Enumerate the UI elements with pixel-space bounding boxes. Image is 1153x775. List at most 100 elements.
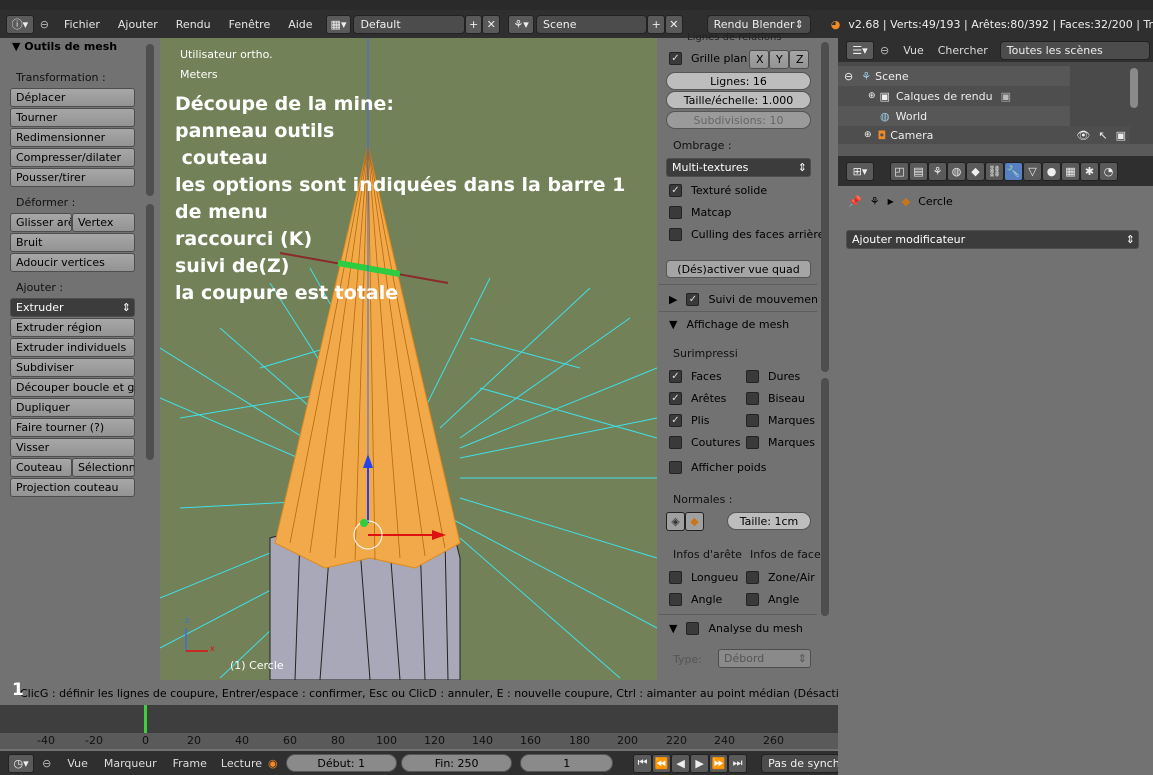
collapse-icon[interactable]: ⊖ [42, 757, 51, 770]
scene-remove-icon[interactable]: ✕ [665, 14, 683, 34]
textured-solid-toggle[interactable]: ✓ Texturé solide [669, 180, 767, 200]
world-tab-icon[interactable]: ◍ [947, 161, 966, 181]
edge-angle-toggle[interactable]: Angle [669, 589, 722, 609]
duplicate-button[interactable]: Dupliquer [10, 398, 135, 417]
knife-button[interactable]: Couteau [10, 458, 72, 477]
face-normals-icon[interactable]: ◆ [685, 512, 704, 531]
visibility-eye-icon[interactable]: 👁 [1076, 129, 1090, 142]
menu-marker[interactable]: Marqueur [96, 757, 165, 770]
menu-playback[interactable]: Lecture [215, 757, 268, 770]
grid-subdivisions-field[interactable]: Subdivisions: 10 [666, 111, 811, 129]
knife-select-button[interactable]: Sélectionn [72, 458, 135, 477]
shrink-fatten-button[interactable]: Compresser/dilater [10, 148, 135, 167]
menu-render[interactable]: Rendu [167, 18, 220, 31]
timeline-editor-icon[interactable]: ◷▾ [8, 753, 35, 773]
overlay-marks2-toggle[interactable]: Marques [746, 432, 815, 452]
tool-shelf-scrollbar-lower[interactable] [146, 204, 154, 460]
data-tab-icon[interactable]: ▽ [1023, 161, 1042, 181]
translate-button[interactable]: Déplacer [10, 88, 135, 107]
outliner-scrollbar[interactable] [1130, 68, 1138, 108]
jump-start-icon[interactable]: ⏮ [633, 753, 653, 773]
layout-remove-icon[interactable]: ✕ [482, 14, 501, 34]
backface-culling-toggle[interactable]: Culling des faces arrière [669, 224, 824, 244]
next-keyframe-icon[interactable]: ⏩ [709, 753, 729, 773]
play-icon[interactable]: ▶ [690, 753, 710, 773]
grid-axis-y[interactable]: Y [769, 50, 789, 69]
pin-icon[interactable]: 📌 [848, 195, 862, 208]
scene-dropdown[interactable]: Scene [535, 14, 648, 34]
tool-shelf-title[interactable]: ▼ Outils de mesh [12, 40, 117, 53]
loop-cut-slide-button[interactable]: Découper boucle et glis [10, 378, 135, 397]
add-modifier-dropdown[interactable]: Ajouter modificateur ⇕ [846, 230, 1139, 249]
screw-button[interactable]: Visser [10, 438, 135, 457]
smooth-vertex-button[interactable]: Adoucir vertices [10, 253, 135, 272]
overlay-faces-toggle[interactable]: ✓ Faces [669, 366, 722, 386]
extrude-individual-button[interactable]: Extruder individuels [10, 338, 135, 357]
menu-file[interactable]: Fichier [55, 18, 109, 31]
outliner-row-render-layers[interactable]: ⊕ ▣ Calques de rendu ▣ [838, 86, 1070, 106]
face-angle-toggle[interactable]: Angle [746, 589, 799, 609]
scene-add-icon[interactable]: + [647, 14, 665, 34]
constraints-tab-icon[interactable]: ⛓ [985, 161, 1004, 181]
vertex-normals-icon[interactable]: ◈ [666, 512, 685, 531]
current-frame-field[interactable]: 1 [520, 754, 614, 772]
overlay-edges-toggle[interactable]: ✓ Arêtes [669, 388, 726, 408]
render-camera-icon[interactable]: ▣ [1116, 129, 1126, 142]
edge-slide-button[interactable]: Glisser arê [10, 213, 72, 232]
toggle-quad-view-button[interactable]: (Dés)activer vue quad [666, 260, 811, 278]
object-tab-icon[interactable]: ◆ [966, 161, 985, 181]
spin-button[interactable]: Faire tourner (?) [10, 418, 135, 437]
normals-size-field[interactable]: Taille: 1cm [727, 512, 811, 530]
overlay-seams-toggle[interactable]: Coutures [669, 432, 740, 452]
menu-add[interactable]: Ajouter [109, 18, 167, 31]
show-weights-toggle[interactable]: Afficher poids [669, 457, 766, 477]
menu-view[interactable]: Vue [895, 44, 932, 57]
push-pull-button[interactable]: Pousser/tirer [10, 168, 135, 187]
tool-shelf-scrollbar[interactable] [146, 44, 154, 196]
outliner-row-scene[interactable]: ⊖ ⚘ Scene [838, 66, 1070, 86]
render-layers-tab-icon[interactable]: ▤ [909, 161, 928, 181]
sync-mode-dropdown[interactable]: Pas de synchro [761, 753, 840, 773]
grid-floor-toggle[interactable]: ✓ Grille plan [669, 48, 747, 68]
overlay-marks-toggle[interactable]: Marques [746, 410, 815, 430]
face-area-toggle[interactable]: Zone/Air [746, 567, 815, 587]
outliner-filter-dropdown[interactable]: Toutes les scènes [999, 40, 1150, 60]
grid-lines-field[interactable]: Lignes: 16 [666, 72, 811, 90]
layout-dropdown[interactable]: Default [353, 14, 465, 34]
mesh-analysis-panel-header[interactable]: ▼ Analyse du mesh [669, 618, 803, 638]
collapse-icon[interactable]: ⊖ [844, 70, 853, 83]
layout-add-icon[interactable]: + [464, 14, 483, 34]
grid-scale-field[interactable]: Taille/échelle: 1.000 [666, 91, 811, 109]
analysis-type-dropdown[interactable]: Débord ⇕ [718, 649, 811, 668]
outliner-row-world[interactable]: ◍ World [838, 106, 1070, 126]
noise-button[interactable]: Bruit [10, 233, 135, 252]
overlay-creases-toggle[interactable]: ✓ Plis [669, 410, 709, 430]
extrude-region-button[interactable]: Extruder région [10, 318, 135, 337]
edge-length-toggle[interactable]: Longueu [669, 567, 738, 587]
layout-grid-icon[interactable]: ▦▾ [325, 14, 352, 34]
3d-viewport[interactable]: Utilisateur ortho. Meters z x (1) Cercle… [160, 38, 657, 680]
info-editor-icon[interactable]: ⓘ▾ [6, 14, 34, 34]
collapse-icon[interactable]: ⊖ [880, 44, 889, 57]
menu-search[interactable]: Chercher [932, 44, 994, 57]
overlay-bevel-toggle[interactable]: Biseau [746, 388, 805, 408]
menu-view[interactable]: Vue [59, 757, 96, 770]
rotate-button[interactable]: Tourner [10, 108, 135, 127]
scene-tab-icon[interactable]: ⚘ [928, 161, 947, 181]
collapse-icon[interactable]: ⊖ [40, 18, 49, 31]
overlay-sharp-toggle[interactable]: Dures [746, 366, 800, 386]
menu-help[interactable]: Aide [279, 18, 321, 31]
scene-icon[interactable]: ⚘▾ [508, 14, 534, 34]
motion-tracking-panel-header[interactable]: ▶ ✓ Suivi de mouvemen [669, 289, 818, 309]
matcap-toggle[interactable]: Matcap [669, 202, 731, 222]
menu-window[interactable]: Fenêtre [220, 18, 280, 31]
particles-tab-icon[interactable]: ✱ [1080, 161, 1099, 181]
jump-end-icon[interactable]: ⏭ [728, 753, 748, 773]
play-reverse-icon[interactable]: ◀ [671, 753, 691, 773]
scale-button[interactable]: Redimensionner [10, 128, 135, 147]
start-frame-field[interactable]: Début: 1 [285, 754, 397, 772]
prev-keyframe-icon[interactable]: ⏪ [652, 753, 672, 773]
physics-tab-icon[interactable]: ◔ [1099, 161, 1118, 181]
grid-axis-z[interactable]: Z [789, 50, 809, 69]
modifiers-tab-icon[interactable]: 🔧 [1004, 161, 1023, 181]
